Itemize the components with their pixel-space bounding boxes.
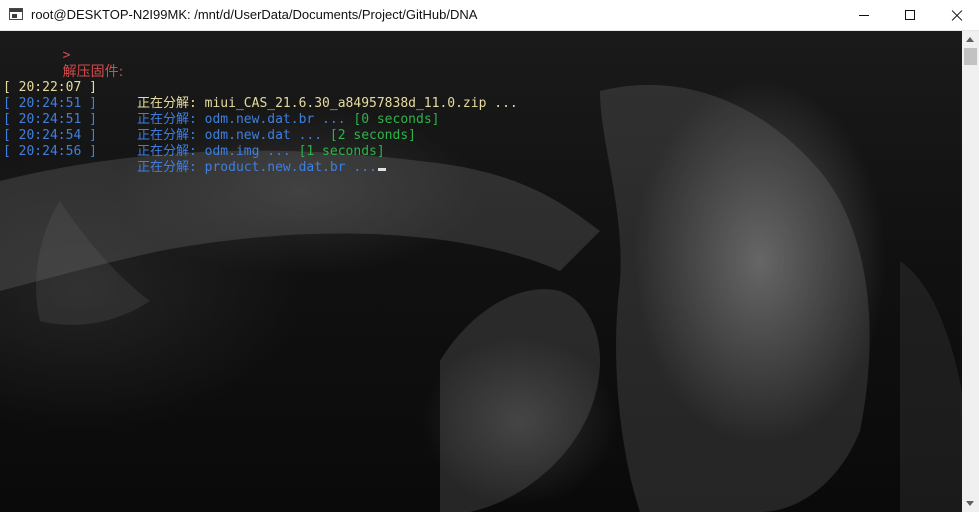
log-duration: [0 seconds] <box>353 112 440 127</box>
close-button[interactable] <box>933 0 979 31</box>
log-file: miui_CAS_21.6.30_a84957838d_11.0.zip ... <box>204 96 518 111</box>
console-area[interactable]: > 解压固件: [ 20:22:07 ] 正在分解: miui_CAS_21.6… <box>0 31 962 512</box>
log-line: [ 20:24:51 ] 正在分解: odm.new.dat.br ... [0… <box>0 80 439 127</box>
log-file: odm.new.dat ... <box>204 128 323 143</box>
log-file: product.new.dat.br ... <box>204 160 377 175</box>
log-line: [ 20:24:51 ] 正在分解: odm.new.dat ... [2 se… <box>0 96 416 143</box>
text-cursor <box>377 168 386 171</box>
log-line: [ 20:24:54 ] 正在分解: odm.img ... [1 second… <box>0 112 385 159</box>
log-action: 正在分解: <box>137 96 197 111</box>
log-message: 正在分解: miui_CAS_21.6.30_a84957838d_11.0.z… <box>137 96 518 112</box>
scroll-up-icon[interactable] <box>962 31 979 48</box>
log-message: 正在分解: odm.new.dat ... [2 seconds] <box>137 128 416 144</box>
maximize-button[interactable] <box>887 0 933 31</box>
log-action: 正在分解: <box>137 160 197 175</box>
terminal-window: root@DESKTOP-N2I99MK: /mnt/d/UserData/Do… <box>0 0 979 512</box>
log-file: odm.img ... <box>204 144 291 159</box>
log-message: 正在分解: odm.img ... [1 seconds] <box>137 144 385 160</box>
log-timestamp: [ 20:24:56 ] <box>3 144 97 159</box>
log-file: odm.new.dat.br ... <box>204 112 346 127</box>
log-duration: [1 seconds] <box>298 144 385 159</box>
title-bar[interactable]: root@DESKTOP-N2I99MK: /mnt/d/UserData/Do… <box>0 0 979 31</box>
log-line: [ 20:24:56 ] 正在分解: product.new.dat.br ..… <box>0 128 386 175</box>
window-title: root@DESKTOP-N2I99MK: /mnt/d/UserData/Do… <box>31 7 478 22</box>
log-duration: [2 seconds] <box>329 128 416 143</box>
prompt-marker: > <box>62 48 71 63</box>
minimize-button[interactable] <box>841 0 887 31</box>
vertical-scrollbar[interactable] <box>962 31 979 512</box>
scroll-down-icon[interactable] <box>962 495 979 512</box>
console-output[interactable]: > 解压固件: [ 20:22:07 ] 正在分解: miui_CAS_21.6… <box>0 31 518 239</box>
prompt-line: > 解压固件: <box>0 32 124 80</box>
log-action: 正在分解: <box>137 144 197 159</box>
log-action: 正在分解: <box>137 128 197 143</box>
log-line: [ 20:22:07 ] 正在分解: miui_CAS_21.6.30_a849… <box>0 64 518 111</box>
scrollbar-thumb[interactable] <box>964 48 977 65</box>
log-action: 正在分解: <box>137 112 197 127</box>
terminal-icon[interactable] <box>9 8 23 20</box>
prompt-text: 解压固件: <box>62 64 124 80</box>
log-message: 正在分解: odm.new.dat.br ... [0 seconds] <box>137 112 439 128</box>
log-message: 正在分解: product.new.dat.br ... <box>137 160 386 176</box>
